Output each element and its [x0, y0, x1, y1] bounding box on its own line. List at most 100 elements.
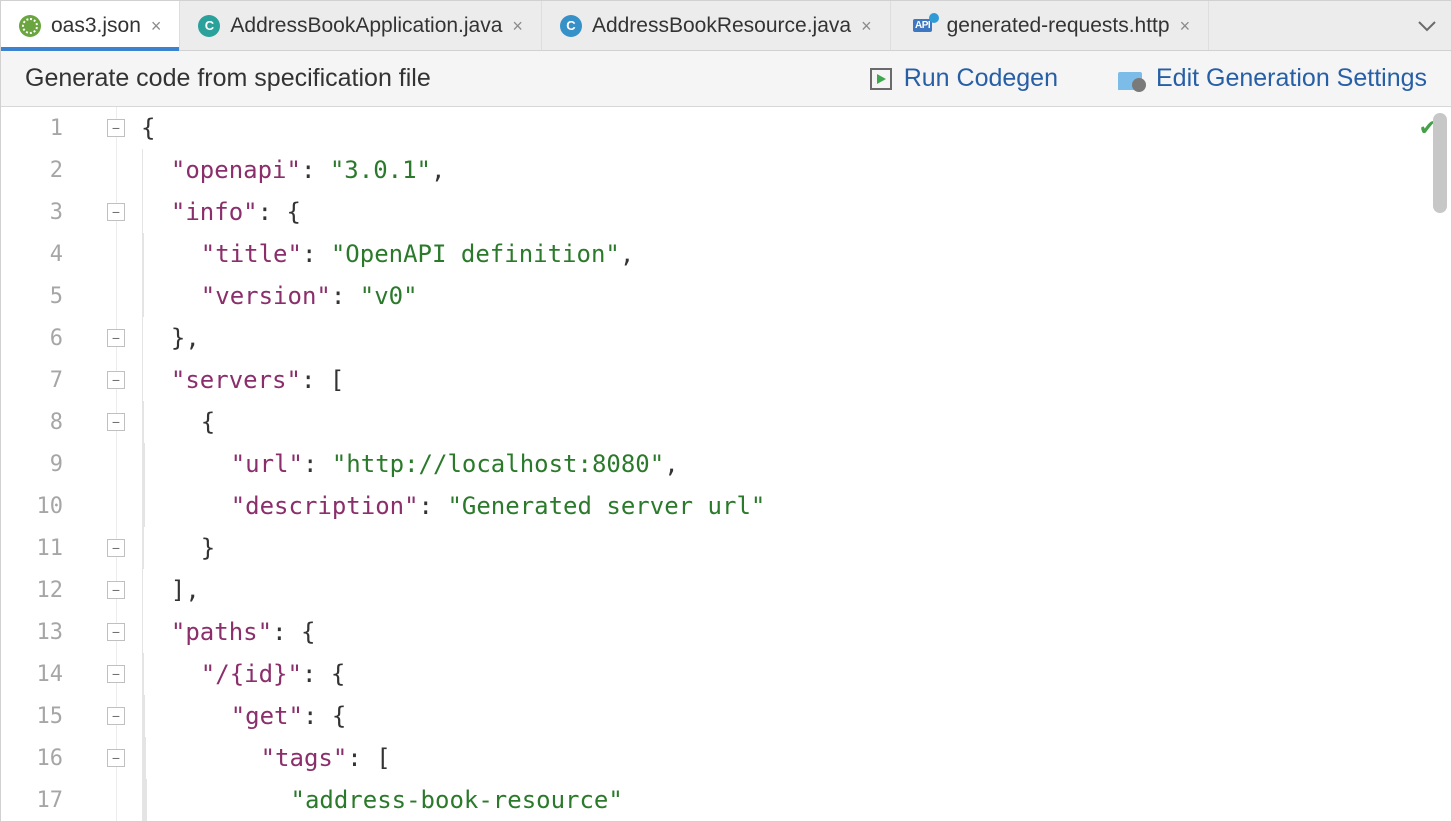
- tab-addressbook-application[interactable]: C AddressBookApplication.java ×: [180, 1, 542, 50]
- json-punct: : {: [303, 702, 346, 730]
- run-codegen-label: Run Codegen: [904, 64, 1058, 93]
- gutter-row: 15: [1, 695, 116, 737]
- gutter-row: 4: [1, 233, 116, 275]
- code-area[interactable]: { "openapi": "3.0.1", "info": { "title":…: [117, 107, 1451, 821]
- line-number: 17: [1, 788, 63, 813]
- json-punct: [143, 240, 201, 268]
- line-number: 14: [1, 662, 63, 687]
- json-string: "http://localhost:8080": [332, 450, 664, 478]
- code-line[interactable]: }: [141, 527, 1451, 569]
- json-punct: [144, 702, 231, 730]
- json-key: "servers": [171, 366, 301, 394]
- vertical-scrollbar[interactable]: [1433, 113, 1447, 213]
- tab-label: generated-requests.http: [947, 14, 1170, 38]
- tab-oas3-json[interactable]: oas3.json ×: [1, 1, 180, 50]
- line-number: 9: [1, 452, 63, 477]
- json-key: "openapi": [171, 156, 301, 184]
- line-number: 4: [1, 242, 63, 267]
- json-punct: :: [419, 492, 448, 520]
- line-number: 1: [1, 116, 63, 141]
- json-punct: :: [302, 240, 331, 268]
- json-punct: ,: [620, 240, 634, 268]
- json-punct: ,: [431, 156, 445, 184]
- json-key: "get": [231, 702, 303, 730]
- json-string: "OpenAPI definition": [331, 240, 620, 268]
- gutter-row: 2: [1, 149, 116, 191]
- line-number: 5: [1, 284, 63, 309]
- line-number: 10: [1, 494, 63, 519]
- code-line[interactable]: "title": "OpenAPI definition",: [141, 233, 1451, 275]
- swagger-icon: [19, 15, 41, 37]
- json-punct: : {: [272, 618, 315, 646]
- spec-action-bar: Generate code from specification file Ru…: [1, 51, 1451, 107]
- editor-tabs: oas3.json × C AddressBookApplication.jav…: [1, 1, 1451, 51]
- json-punct: : {: [258, 198, 301, 226]
- json-punct: {: [141, 114, 155, 142]
- code-line[interactable]: "url": "http://localhost:8080",: [141, 443, 1451, 485]
- code-line[interactable]: ],: [141, 569, 1451, 611]
- gutter-row: 14: [1, 653, 116, 695]
- json-key: "info": [171, 198, 258, 226]
- code-line[interactable]: "get": {: [141, 695, 1451, 737]
- code-line[interactable]: {: [141, 401, 1451, 443]
- code-editor[interactable]: 1234567891011121314151617 { "openapi": "…: [1, 107, 1451, 821]
- json-punct: [144, 450, 231, 478]
- gutter-row: 13: [1, 611, 116, 653]
- gutter-row: 10: [1, 485, 116, 527]
- json-key: "title": [201, 240, 302, 268]
- json-punct: [146, 786, 291, 814]
- edit-generation-settings-button[interactable]: Edit Generation Settings: [1118, 64, 1427, 93]
- close-icon[interactable]: ×: [861, 17, 872, 35]
- json-punct: : [: [347, 744, 390, 772]
- gutter-row: 6: [1, 317, 116, 359]
- json-string: "address-book-resource": [291, 786, 623, 814]
- code-line[interactable]: "info": {: [141, 191, 1451, 233]
- json-punct: [142, 198, 171, 226]
- json-key: "/{id}": [201, 660, 302, 688]
- code-line[interactable]: "paths": {: [141, 611, 1451, 653]
- close-icon[interactable]: ×: [1180, 17, 1191, 35]
- gutter[interactable]: 1234567891011121314151617: [1, 107, 117, 821]
- run-codegen-button[interactable]: Run Codegen: [870, 64, 1058, 93]
- json-punct: [143, 660, 201, 688]
- code-line[interactable]: {: [141, 107, 1451, 149]
- code-line[interactable]: "version": "v0": [141, 275, 1451, 317]
- json-punct: },: [142, 324, 200, 352]
- json-key: "description": [231, 492, 419, 520]
- java-class-icon: C: [560, 15, 582, 37]
- gutter-row: 16: [1, 737, 116, 779]
- code-line[interactable]: "/{id}": {: [141, 653, 1451, 695]
- code-line[interactable]: "openapi": "3.0.1",: [141, 149, 1451, 191]
- tabs-overflow-button[interactable]: [1403, 20, 1451, 32]
- json-key: "paths": [171, 618, 272, 646]
- code-line[interactable]: "address-book-resource": [141, 779, 1451, 821]
- java-class-icon: C: [198, 15, 220, 37]
- json-punct: }: [143, 534, 215, 562]
- json-string: "v0": [360, 282, 418, 310]
- action-bar-title: Generate code from specification file: [25, 64, 431, 93]
- line-number: 15: [1, 704, 63, 729]
- close-icon[interactable]: ×: [512, 17, 523, 35]
- line-number: 8: [1, 410, 63, 435]
- code-line[interactable]: },: [141, 317, 1451, 359]
- tab-addressbook-resource[interactable]: C AddressBookResource.java ×: [542, 1, 891, 50]
- json-punct: [144, 492, 231, 520]
- tab-label: AddressBookApplication.java: [230, 14, 502, 38]
- line-number: 11: [1, 536, 63, 561]
- json-punct: [142, 618, 171, 646]
- gutter-row: 7: [1, 359, 116, 401]
- code-line[interactable]: "tags": [: [141, 737, 1451, 779]
- code-line[interactable]: "description": "Generated server url": [141, 485, 1451, 527]
- json-string: "3.0.1": [330, 156, 431, 184]
- json-punct: : [: [301, 366, 344, 394]
- gutter-row: 1: [1, 107, 116, 149]
- line-number: 16: [1, 746, 63, 771]
- tab-generated-requests[interactable]: API generated-requests.http ×: [891, 1, 1210, 50]
- close-icon[interactable]: ×: [151, 17, 162, 35]
- edit-settings-label: Edit Generation Settings: [1156, 64, 1427, 93]
- run-icon: [870, 68, 892, 90]
- json-key: "url": [231, 450, 303, 478]
- code-line[interactable]: "servers": [: [141, 359, 1451, 401]
- line-number: 12: [1, 578, 63, 603]
- line-number: 2: [1, 158, 63, 183]
